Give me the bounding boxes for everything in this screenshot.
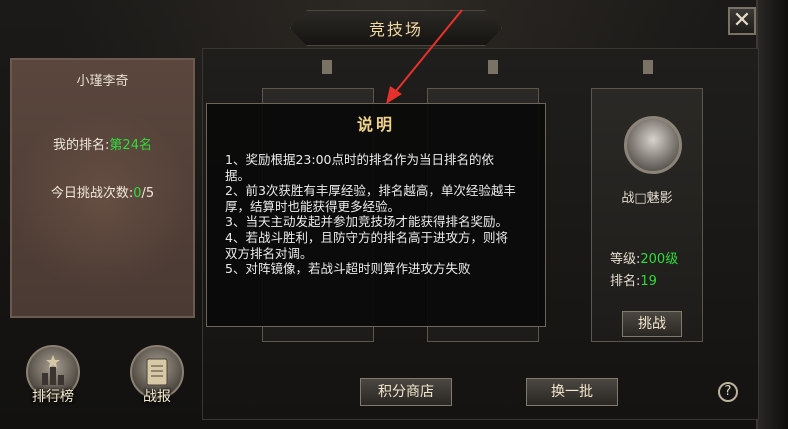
my-rank: 我的排名:第24名: [12, 134, 193, 153]
opponent-name: 战□魅影: [621, 191, 673, 206]
challenge-button[interactable]: 挑战: [622, 311, 682, 337]
annotation-arrow: [386, 9, 463, 104]
challenges-used: 0: [133, 186, 142, 201]
rank-value: 第24名: [109, 138, 152, 153]
rules-modal: 说明 1、奖励根据23:00点时的排名作为当日排名的依 据。 2、前3次获胜有丰…: [206, 103, 546, 327]
close-button[interactable]: ✕: [728, 7, 756, 35]
opponent-rank-label: 排名:: [610, 274, 641, 289]
level-label: 等级:: [610, 252, 641, 267]
hanger-hook: [643, 60, 653, 74]
rule-line: 1、奖励根据23:00点时的排名作为当日排名的依: [225, 152, 494, 167]
rules-text: 1、奖励根据23:00点时的排名作为当日排名的依 据。 2、前3次获胜有丰厚经验…: [225, 152, 530, 277]
rank-label: 我的排名:: [53, 138, 110, 153]
player-name: 小瑾李奇: [76, 74, 129, 89]
player-info-panel: 小瑾李奇 我的排名:第24名 今日挑战次数:0/5: [10, 58, 195, 318]
opponent-avatar: [624, 116, 682, 174]
rule-line: 据。: [225, 167, 251, 183]
opponent-rank: 排名:19: [610, 270, 657, 289]
rule-line: 2、前3次获胜有丰厚经验，排名越高，单次经验越丰: [225, 183, 516, 199]
window-edge: [756, 0, 788, 429]
opponent-rank-value: 19: [640, 274, 657, 289]
level-value: 200级: [640, 252, 679, 267]
battle-report-label: 战报: [143, 389, 171, 405]
hanger-hook: [488, 60, 498, 74]
opponent-level: 等级:200级: [610, 248, 678, 267]
help-icon[interactable]: ?: [718, 382, 738, 402]
rule-line: 双方排名对调。: [225, 245, 313, 261]
rule-line: 3、当天主动发起并参加竞技场才能获得排名奖励。: [225, 214, 508, 230]
rule-line: 4、若战斗胜利，且防守方的排名高于进攻方，则将: [225, 229, 508, 245]
challenges-label: 今日挑战次数:: [50, 186, 134, 201]
rule-line: 厚，结算时也能获得更多经验。: [225, 198, 401, 214]
challenges-total: /5: [141, 186, 155, 201]
leaderboard-label: 排行榜: [32, 389, 74, 405]
modal-title: 说明: [356, 115, 395, 134]
refresh-opponents-button[interactable]: 换一批: [526, 378, 618, 406]
points-shop-button[interactable]: 积分商店: [360, 378, 452, 406]
hanger-hook: [322, 60, 332, 74]
rule-line: 5、对阵镜像，若战斗超时则算作进攻方失败: [225, 261, 471, 277]
daily-challenges: 今日挑战次数:0/5: [12, 182, 193, 201]
